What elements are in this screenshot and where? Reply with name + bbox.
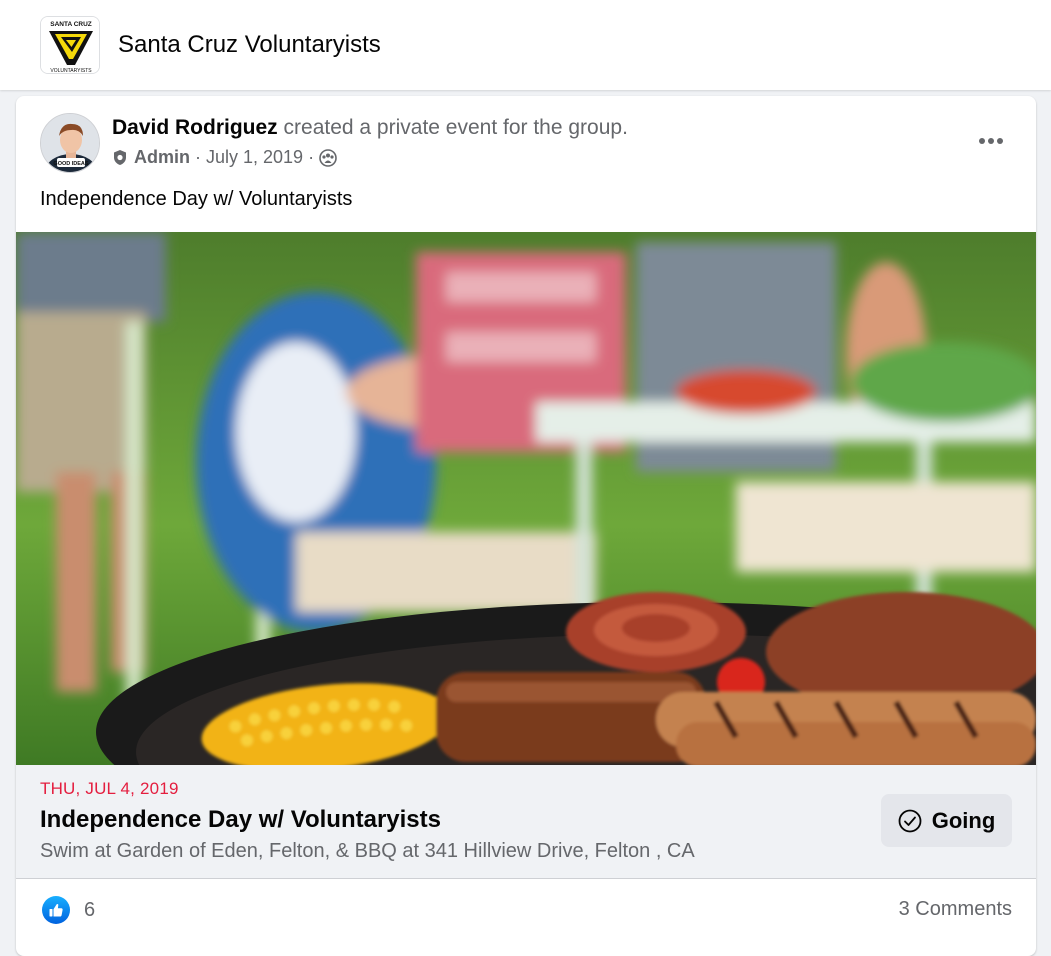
svg-text:VOLUNTARYISTS: VOLUNTARYISTS: [50, 68, 92, 74]
author-avatar-image: GOOD IDEAS: [41, 114, 99, 172]
event-location: Swim at Garden of Eden, Felton, & BBQ at…: [40, 840, 695, 862]
meta-separator: ·: [308, 147, 315, 167]
admin-shield-icon: [112, 149, 128, 166]
post-text: Independence Day w/ Voluntaryists: [40, 188, 353, 210]
group-name[interactable]: Santa Cruz Voluntaryists: [118, 31, 381, 59]
event-info[interactable]: THU, JUL 4, 2019 Independence Day w/ Vol…: [16, 765, 1036, 878]
going-label: Going: [931, 807, 996, 833]
event-title[interactable]: Independence Day w/ Voluntaryists: [40, 806, 441, 834]
author-name[interactable]: David Rodriguez: [112, 116, 278, 139]
meta-separator: ·: [195, 147, 201, 167]
more-options-button[interactable]: [974, 126, 1008, 156]
like-count: 6: [84, 898, 96, 921]
divider: [16, 878, 1036, 879]
avatar[interactable]: GOOD IDEAS: [40, 113, 100, 173]
event-date: THU, JUL 4, 2019: [40, 779, 179, 798]
going-button[interactable]: Going: [881, 794, 1012, 847]
like-reaction-icon: [42, 896, 70, 924]
comments-count-link[interactable]: 3 Comments: [899, 898, 1012, 921]
voluntaryists-logo-icon: SANTA CRUZ VOLUNTARYISTS: [41, 17, 99, 74]
check-circle-icon: [898, 809, 922, 832]
reactions-summary[interactable]: 6: [42, 896, 95, 924]
audience-group-icon[interactable]: [319, 148, 337, 167]
post-meta: Admin · July 1, 2019 ·: [112, 147, 337, 168]
author-line: David Rodriguez created a private event …: [112, 116, 628, 140]
bbq-photo-image: [16, 232, 1036, 765]
author-action: created a private event for the group.: [283, 116, 628, 139]
svg-text:GOOD IDEAS: GOOD IDEAS: [53, 161, 88, 167]
post-card: GOOD IDEAS David Rodriguez created a pri…: [16, 96, 1036, 956]
svg-text:SANTA CRUZ: SANTA CRUZ: [50, 21, 92, 28]
post-date[interactable]: July 1, 2019: [206, 147, 303, 168]
event-cover-photo[interactable]: [16, 232, 1036, 765]
admin-badge[interactable]: Admin: [134, 147, 190, 168]
group-logo[interactable]: SANTA CRUZ VOLUNTARYISTS: [40, 16, 100, 74]
group-header: SANTA CRUZ VOLUNTARYISTS Santa Cruz Volu…: [0, 0, 1051, 90]
more-dots-icon: [979, 138, 1003, 144]
